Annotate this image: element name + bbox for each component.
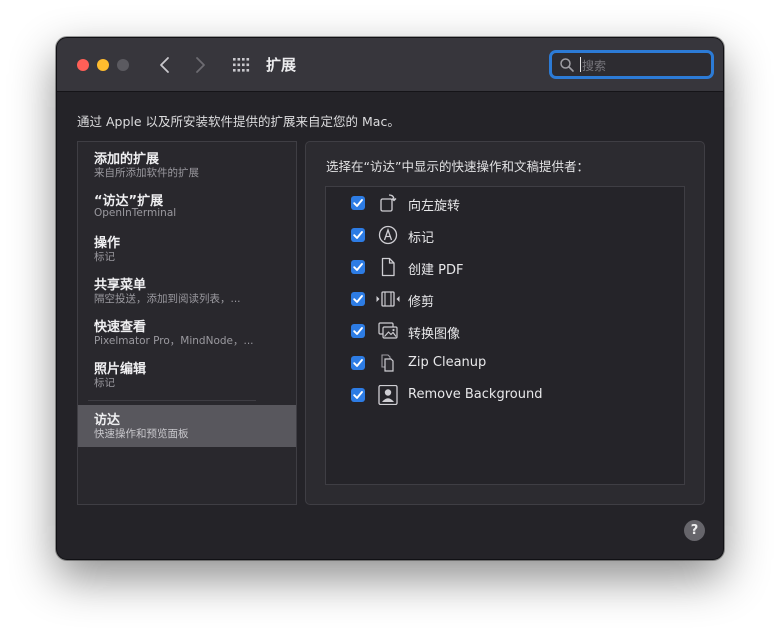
convert-image-icon [378,322,398,339]
list-item: 转换图像 [326,316,684,346]
detail-panel: 选择在“访达”中显示的快速操作和文稿提供者： 向左旋转 标记 创建 PDF 修剪… [305,141,705,505]
item-label: 创建 PDF [408,263,464,278]
list-item: 向左旋转 [326,188,684,218]
close-button[interactable] [77,59,89,71]
sidebar-item-subtitle: 标记 [94,377,115,389]
sidebar-item-added-extensions[interactable]: 添加的扩展 来自所添加软件的扩展 [78,144,296,186]
zoom-button[interactable] [117,59,129,71]
item-label: 修剪 [408,295,435,310]
sidebar-divider [88,400,256,401]
sidebar-item-subtitle: 快速操作和预览面板 [94,428,189,440]
titlebar: 扩展 搜索 [57,38,723,92]
checkbox[interactable] [351,356,365,370]
checkbox[interactable] [351,260,365,274]
sidebar-item-subtitle: 标记 [94,251,115,263]
checkmark-icon [353,327,363,335]
checkbox[interactable] [351,388,365,402]
back-button[interactable] [153,53,177,77]
checkmark-icon [353,231,363,239]
sidebar-item-subtitle: OpenInTerminal [94,207,177,219]
person-portrait-icon [378,385,398,405]
item-label: Remove Background [408,387,543,402]
trim-icon [376,291,400,307]
panel-title: 选择在“访达”中显示的快速操作和文稿提供者： [326,159,589,174]
sidebar-item-finder-extensions[interactable]: “访达”扩展 OpenInTerminal [78,186,296,228]
list-item: Zip Cleanup [326,348,684,378]
sidebar-item-share-menu[interactable]: 共享菜单 隔空投送，添加到阅读列表，... [78,270,296,312]
sidebar-item-photos-editing[interactable]: 照片编辑 标记 [78,354,296,396]
checkbox[interactable] [351,324,365,338]
search-placeholder: 搜索 [582,59,607,73]
sidebar-item-actions[interactable]: 操作 标记 [78,228,296,270]
description-text: 通过 Apple 以及所安装软件提供的扩展来自定您的 Mac。 [77,114,400,129]
sidebar-item-finder[interactable]: 访达 快速操作和预览面板 [78,405,296,447]
grid-icon [233,58,250,72]
checkmark-icon [353,359,363,367]
checkmark-icon [353,199,363,207]
list-item: 创建 PDF [326,252,684,282]
sidebar-item-subtitle: 隔空投送，添加到阅读列表，... [94,293,241,305]
show-all-button[interactable] [230,55,252,75]
sidebar-item-quick-look[interactable]: 快速查看 Pixelmator Pro，MindNode，... [78,312,296,354]
item-label: 转换图像 [408,327,461,342]
text-caret [580,57,581,72]
minimize-button[interactable] [97,59,109,71]
search-icon [560,58,574,72]
checkmark-icon [353,295,363,303]
checkbox[interactable] [351,228,365,242]
document-icon [381,257,395,277]
checkbox[interactable] [351,292,365,306]
list-item: 修剪 [326,284,684,314]
rotate-left-icon [380,194,397,212]
list-item: 标记 [326,220,684,250]
extensions-sidebar: 添加的扩展 来自所添加软件的扩展 “访达”扩展 OpenInTerminal 操… [77,141,297,505]
sidebar-item-subtitle: 来自所添加软件的扩展 [94,167,199,179]
preferences-window: 扩展 搜索 通过 Apple 以及所安装软件提供的扩展来自定您的 Mac。 添加… [56,37,724,560]
checkmark-icon [353,391,363,399]
help-button[interactable]: ? [684,520,705,541]
item-label: 向左旋转 [408,199,461,214]
forward-button[interactable] [188,53,212,77]
quick-actions-list: 向左旋转 标记 创建 PDF 修剪 转换图像 Zip Cleanup Remov… [325,186,685,485]
documents-icon [381,354,394,372]
list-item: Remove Background [326,380,684,410]
sidebar-item-subtitle: Pixelmator Pro，MindNode，... [94,335,254,347]
item-label: Zip Cleanup [408,355,487,370]
checkbox[interactable] [351,196,365,210]
chevron-right-icon [196,57,205,73]
checkmark-icon [353,263,363,271]
markup-icon [378,225,398,245]
item-label: 标记 [408,231,435,246]
search-field[interactable]: 搜索 [549,50,714,79]
window-title: 扩展 [266,56,297,74]
chevron-left-icon [160,57,169,73]
